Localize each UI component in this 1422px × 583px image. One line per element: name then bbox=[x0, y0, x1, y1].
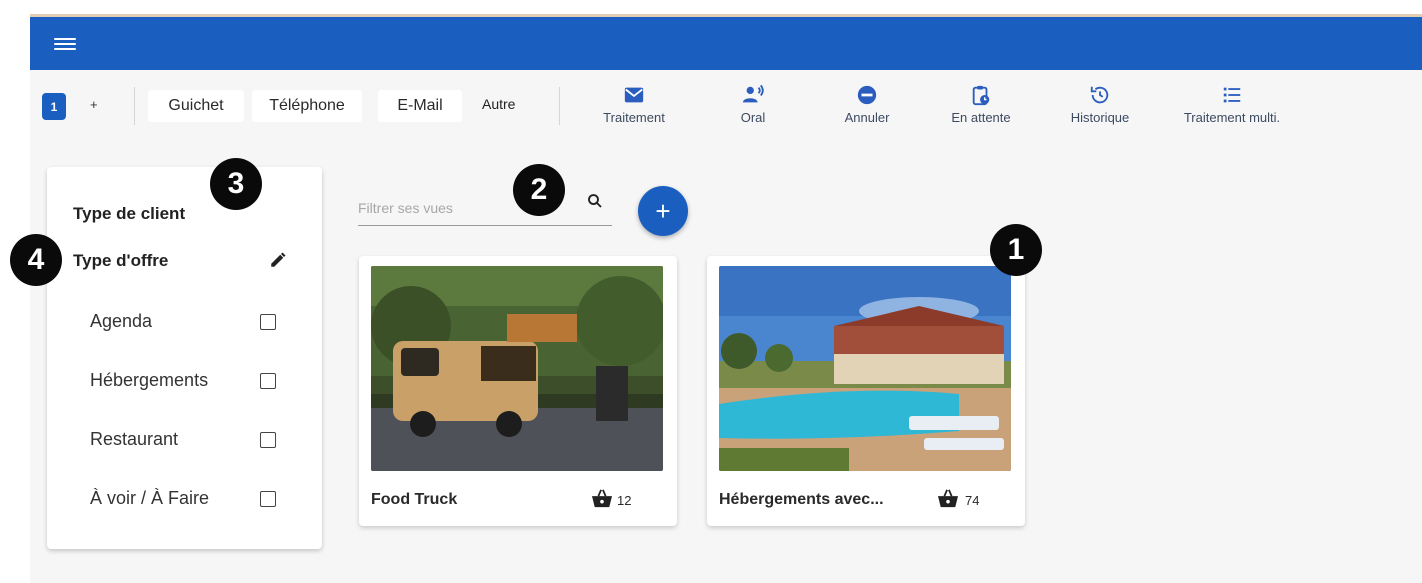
option-label: Restaurant bbox=[90, 429, 179, 449]
channel-telephone-button[interactable]: Téléphone bbox=[252, 90, 362, 122]
speaker-icon bbox=[742, 84, 764, 103]
channel-guichet-button[interactable]: Guichet bbox=[148, 90, 244, 122]
option-label: Agenda bbox=[90, 311, 153, 331]
annuler-button[interactable]: Annuler bbox=[807, 84, 927, 125]
hebergements-checkbox[interactable] bbox=[260, 373, 276, 389]
traitement-multi-label: Traitement multi. bbox=[1183, 110, 1281, 125]
annotation-badge-2: 2 bbox=[513, 164, 565, 216]
channel-autre-button[interactable]: Autre bbox=[482, 96, 515, 112]
list-icon bbox=[1223, 87, 1241, 103]
annotation-badge-3: 3 bbox=[210, 158, 262, 210]
basket-icon bbox=[938, 489, 958, 508]
food-truck-image bbox=[371, 266, 663, 471]
traitement-label: Traitement bbox=[603, 110, 665, 125]
offer-type-heading[interactable]: Type d'offre bbox=[73, 251, 168, 271]
mail-icon bbox=[624, 87, 644, 103]
oral-label: Oral bbox=[740, 110, 766, 125]
en-attente-button[interactable]: En attente bbox=[921, 84, 1041, 125]
hamburger-menu-icon[interactable] bbox=[52, 35, 78, 55]
search-icon[interactable] bbox=[586, 192, 604, 210]
historique-label: Historique bbox=[1070, 110, 1130, 125]
option-label: Hébergements bbox=[90, 370, 209, 390]
en-attente-label: En attente bbox=[951, 110, 1011, 125]
clipboard-clock-icon bbox=[972, 85, 990, 106]
pencil-icon[interactable] bbox=[269, 251, 287, 269]
basket-icon bbox=[592, 489, 612, 508]
tab-number-button[interactable]: 1 bbox=[42, 93, 66, 120]
new-tab-button[interactable]: + bbox=[90, 97, 98, 112]
add-view-button[interactable]: + bbox=[638, 186, 688, 236]
toolbar: 1 + Guichet Téléphone E-Mail Autre Trait… bbox=[30, 70, 1422, 142]
toolbar-divider bbox=[559, 87, 560, 125]
offer-count: 12 bbox=[617, 493, 632, 508]
traitement-button[interactable]: Traitement bbox=[574, 84, 694, 125]
traitement-multi-button[interactable]: Traitement multi. bbox=[1172, 84, 1292, 125]
restaurant-checkbox[interactable] bbox=[260, 432, 276, 448]
app-window: 1 + Guichet Téléphone E-Mail Autre Trait… bbox=[30, 14, 1422, 583]
oral-button[interactable]: Oral bbox=[693, 84, 813, 125]
top-bar bbox=[30, 17, 1422, 70]
history-icon bbox=[1090, 86, 1109, 104]
agenda-checkbox[interactable] bbox=[260, 314, 276, 330]
annotation-badge-1: 1 bbox=[990, 224, 1042, 276]
annuler-label: Annuler bbox=[844, 110, 890, 125]
view-filter-field bbox=[358, 186, 612, 226]
annotation-badge-4: 4 bbox=[10, 234, 62, 286]
card-title: Food Truck bbox=[371, 491, 458, 508]
offer-count: 74 bbox=[965, 493, 980, 508]
card-title: Hébergements avec... bbox=[719, 491, 884, 508]
view-card-hebergements[interactable]: Hébergements avec... 74 bbox=[707, 256, 1025, 526]
hebergements-image bbox=[719, 266, 1011, 471]
filter-panel: Type de client Type d'offre Agenda Héber… bbox=[47, 167, 322, 549]
option-label: À voir / À Faire bbox=[90, 488, 210, 508]
client-type-heading[interactable]: Type de client bbox=[73, 204, 185, 224]
a-voir-a-faire-checkbox[interactable] bbox=[260, 491, 276, 507]
historique-button[interactable]: Historique bbox=[1040, 84, 1160, 125]
channel-email-button[interactable]: E-Mail bbox=[378, 90, 462, 122]
minus-circle-icon bbox=[857, 85, 877, 105]
view-card-food-truck[interactable]: Food Truck 12 bbox=[359, 256, 677, 526]
toolbar-divider bbox=[134, 87, 135, 125]
